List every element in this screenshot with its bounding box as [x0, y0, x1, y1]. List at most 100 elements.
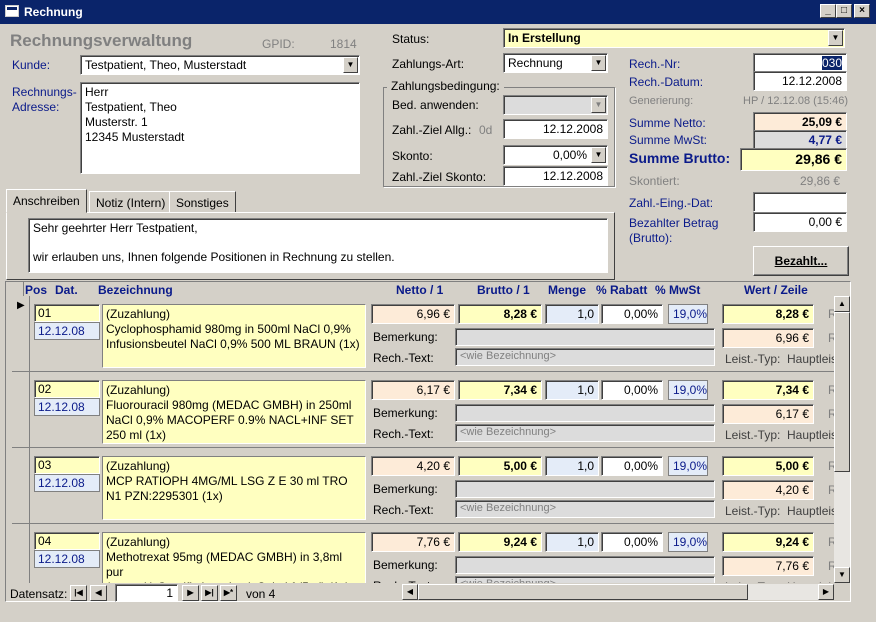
bezeichnung-line: 250 ml (1x) [106, 428, 167, 442]
brutto-field[interactable]: 9,24 € [458, 532, 542, 552]
summe-brutto-field: 29,86 € [740, 148, 847, 171]
ziel-skonto-field[interactable]: 12.12.2008 [503, 166, 608, 186]
rechnr-field[interactable]: 030 [753, 53, 847, 73]
rabatt-field[interactable]: 0,00% [601, 380, 663, 400]
datum-field[interactable]: 12.12.2008 [753, 71, 847, 91]
netto-field[interactable]: 6,96 € [371, 304, 455, 324]
datum-field[interactable]: 12.12.08 [34, 474, 100, 492]
tab-notiz[interactable]: Notiz (Intern) [89, 191, 173, 213]
menge-field[interactable]: 1,0 [545, 380, 599, 400]
current-row-icon: ▶ [17, 300, 25, 311]
mwst-field[interactable]: 19,0% [668, 304, 708, 324]
rechtext-field[interactable]: <wie Bezeichnung> [455, 576, 715, 583]
pos-field[interactable]: 04 [34, 532, 100, 550]
close-button[interactable]: × [854, 4, 870, 18]
leisttyp-label: Leist.-Typ: [725, 504, 781, 518]
nav-prev-icon[interactable]: ◀ [90, 585, 107, 601]
bezeichnung-line: MCP RATIOPH 4MG/ML LSG Z E 30 ml TRO [106, 474, 348, 488]
rabatt-field[interactable]: 0,00% [601, 456, 663, 476]
menge-field[interactable]: 1,0 [545, 532, 599, 552]
rechtext-label: Rech.-Text: [373, 579, 434, 583]
nav-current-record[interactable]: 1 [115, 584, 178, 602]
scroll-up-icon[interactable]: ▲ [834, 296, 850, 312]
col-wert: Wert / Zeile [744, 283, 808, 297]
bezeichnung-line: Infusionsbeutel NaCl 0,9% 500 ML BRAUN (… [106, 337, 360, 351]
pos-field[interactable]: 01 [34, 304, 100, 322]
scroll-down-icon[interactable]: ▼ [834, 567, 850, 583]
datum-field[interactable]: 12.12.08 [34, 550, 100, 568]
status-dropdown-icon[interactable]: ▼ [828, 30, 843, 46]
netto-field[interactable]: 4,20 € [371, 456, 455, 476]
anschreiben-textarea[interactable]: Sehr geehrter Herr Testpatient, wir erla… [28, 218, 608, 273]
bemerkung-field[interactable] [455, 480, 715, 498]
row-selector[interactable] [12, 372, 30, 448]
datum-field[interactable]: 12.12.08 [34, 398, 100, 416]
bemerkung-field[interactable] [455, 556, 715, 574]
maximize-button[interactable]: □ [836, 4, 852, 18]
datum-field[interactable]: 12.12.08 [34, 322, 100, 340]
col-pos: Pos [25, 283, 48, 297]
bemerkung-field[interactable] [455, 328, 715, 346]
horizontal-scrollbar[interactable]: ◀ ▶ [402, 584, 834, 600]
bezeichnung-field[interactable]: (Zuzahlung) MCP RATIOPH 4MG/ML LSG Z E 30… [102, 456, 366, 520]
gpid-label: GPID: [262, 37, 295, 51]
skonto-dropdown-icon[interactable]: ▼ [591, 147, 606, 163]
minimize-button[interactable]: _ [820, 4, 836, 18]
menge-field[interactable]: 1,0 [545, 304, 599, 324]
mwst-field[interactable]: 19,0% [668, 456, 708, 476]
bezahlt-button[interactable]: Bezahlt... [753, 246, 849, 276]
menge-field[interactable]: 1,0 [545, 456, 599, 476]
vertical-scroll-thumb[interactable] [834, 312, 850, 472]
zahlungsart-dropdown-icon[interactable]: ▼ [591, 55, 606, 71]
nav-last-icon[interactable]: ▶| [201, 585, 218, 601]
rechtext-field[interactable]: <wie Bezeichnung> [455, 348, 715, 366]
tab-anschreiben[interactable]: Anschreiben [6, 189, 87, 213]
bemerkung-field[interactable] [455, 404, 715, 422]
nav-first-icon[interactable]: |◀ [70, 585, 87, 601]
kunde-combo[interactable]: Testpatient, Theo, Musterstadt ▼ [80, 55, 360, 75]
bezahlt-field[interactable]: 0,00 € [753, 212, 847, 232]
skonto-combo[interactable]: 0,00% ▼ [503, 145, 608, 165]
rabatt-field[interactable]: 0,00% [601, 304, 663, 324]
mwst-field[interactable]: 19,0% [668, 532, 708, 552]
scroll-left-icon[interactable]: ◀ [402, 584, 418, 600]
rechnr-label: Rech.-Nr: [629, 57, 681, 71]
title-bar: Rechnung _ □ × [0, 0, 876, 24]
bezeichnung-field[interactable]: (Zuzahlung) Cyclophosphamid 980mg in 500m… [102, 304, 366, 368]
ziel-allg-field[interactable]: 12.12.2008 [503, 119, 608, 139]
netto-field[interactable]: 6,17 € [371, 380, 455, 400]
zahl-eing-field[interactable] [753, 192, 847, 212]
bezeichnung-line: Cyclophosphamid 980mg in 500ml NaCl 0,9% [106, 322, 351, 336]
adresse-textarea[interactable]: Herr Testpatient, Theo Musterstr. 1 1234… [80, 82, 360, 174]
horizontal-scroll-thumb[interactable] [418, 584, 748, 600]
rechtext-field[interactable]: <wie Bezeichnung> [455, 500, 715, 518]
kunde-dropdown-icon[interactable]: ▼ [343, 57, 358, 73]
bed-anwenden-dropdown-icon[interactable]: ▼ [591, 97, 606, 113]
bed-anwenden-combo[interactable]: ▼ [503, 95, 608, 115]
bezeichnung-field[interactable]: (Zuzahlung) Methotrexat 95mg (MEDAC GMBH)… [102, 532, 366, 583]
wert-netto-field: 4,20 € [722, 480, 814, 500]
zahlungsart-combo[interactable]: Rechnung ▼ [503, 53, 608, 73]
pos-field[interactable]: 03 [34, 456, 100, 474]
vertical-scrollbar[interactable]: ▲ ▼ [834, 296, 850, 583]
brutto-field[interactable]: 7,34 € [458, 380, 542, 400]
nav-new-icon[interactable]: ▶* [220, 585, 237, 601]
mwst-field[interactable]: 19,0% [668, 380, 708, 400]
tab-sonstiges[interactable]: Sonstiges [169, 191, 236, 213]
bezeichnung-field[interactable]: (Zuzahlung) Fluorouracil 980mg (MEDAC GMB… [102, 380, 366, 444]
wert-brutto-field: 7,34 € [722, 380, 814, 400]
row-selector[interactable] [12, 448, 30, 524]
pos-field[interactable]: 02 [34, 380, 100, 398]
nav-next-icon[interactable]: ▶ [182, 585, 199, 601]
netto-field[interactable]: 7,76 € [371, 532, 455, 552]
rabatt-field[interactable]: 0,00% [601, 532, 663, 552]
leisttyp-label: Leist.-Typ: [725, 428, 781, 442]
brutto-field[interactable]: 8,28 € [458, 304, 542, 324]
rechtext-label: Rech.-Text: [373, 503, 434, 517]
status-combo[interactable]: In Erstellung ▼ [503, 28, 845, 48]
row-selector[interactable] [12, 524, 30, 583]
brutto-field[interactable]: 5,00 € [458, 456, 542, 476]
row-selector[interactable]: ▶ [12, 296, 30, 372]
scroll-right-icon[interactable]: ▶ [818, 584, 834, 600]
rechtext-field[interactable]: <wie Bezeichnung> [455, 424, 715, 442]
